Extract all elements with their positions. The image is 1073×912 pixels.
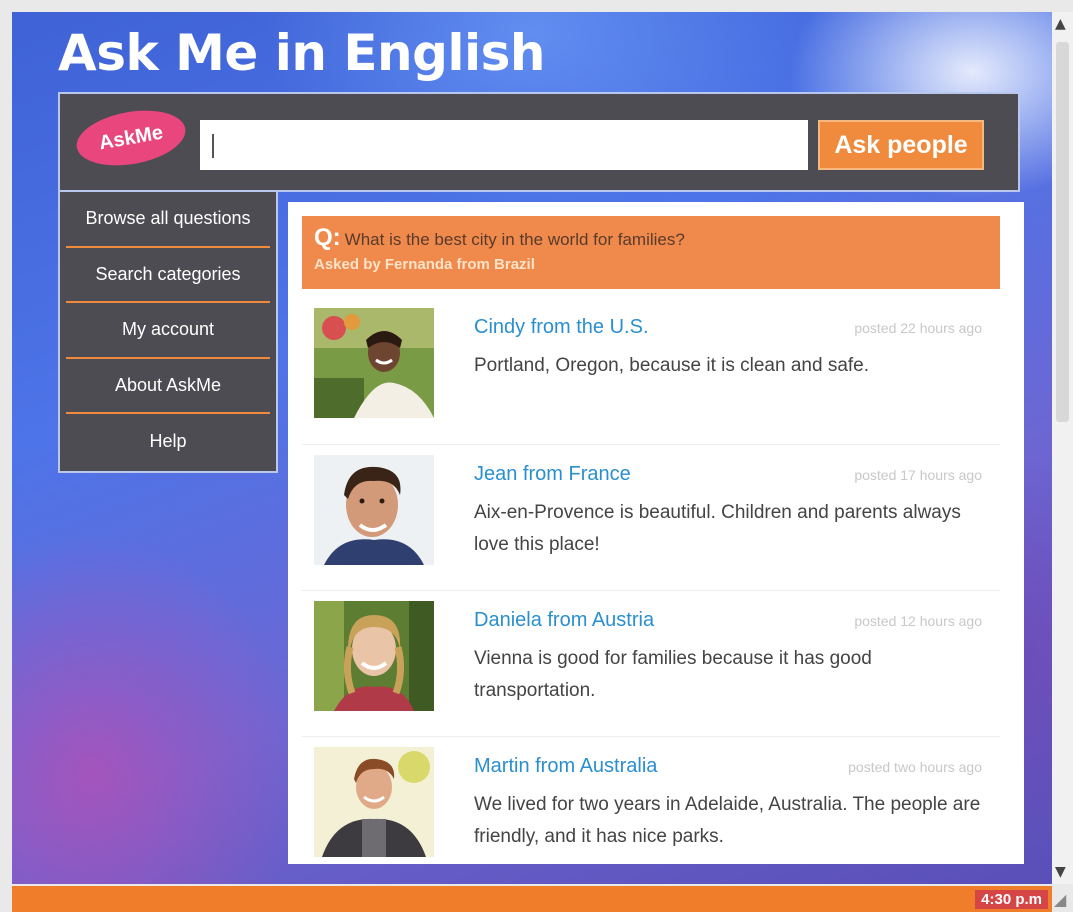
answer-timestamp: posted 17 hours ago [854, 467, 982, 483]
answer-item: Jean from France posted 17 hours ago Aix… [302, 444, 1000, 590]
question-header: Q: What is the best city in the world fo… [302, 216, 1000, 289]
answer-timestamp: posted 22 hours ago [854, 320, 982, 336]
answer-author[interactable]: Daniela from Austria [474, 609, 654, 632]
content-panel: Q: What is the best city in the world fo… [288, 202, 1024, 864]
answer-author[interactable]: Cindy from the U.S. [474, 316, 649, 339]
sidebar-item-about-askme[interactable]: About AskMe [66, 359, 270, 414]
sidebar-item-search-categories[interactable]: Search categories [66, 248, 270, 303]
question-prefix: Q: [314, 224, 341, 251]
answer-timestamp: posted two hours ago [848, 759, 982, 775]
taskbar: 4:30 p.m [12, 886, 1052, 912]
question-input[interactable] [200, 120, 808, 170]
vertical-scrollbar[interactable]: ▲ ▼ [1052, 12, 1073, 884]
answer-text: Aix-en-Provence is beautiful. Children a… [474, 502, 961, 555]
avatar [314, 747, 434, 857]
avatar [314, 455, 434, 565]
answer-item: Daniela from Austria posted 12 hours ago… [302, 590, 1000, 736]
answer-text: We lived for two years in Adelaide, Aust… [474, 794, 981, 847]
sidebar-item-help[interactable]: Help [66, 414, 270, 470]
answer-item: Cindy from the U.S. posted 22 hours ago … [302, 298, 1000, 444]
taskbar-clock: 4:30 p.m [975, 890, 1048, 909]
answer-item: Martin from Australia posted two hours a… [302, 736, 1000, 882]
question-text: What is the best city in the world for f… [344, 230, 685, 249]
app-title: Ask Me in English [58, 24, 546, 82]
answer-author[interactable]: Martin from Australia [474, 755, 657, 778]
text-caret [212, 134, 214, 158]
answer-text: Portland, Oregon, because it is clean an… [474, 355, 870, 376]
answer-text: Vienna is good for families because it h… [474, 648, 872, 701]
ask-people-button[interactable]: Ask people [818, 120, 984, 170]
answer-timestamp: posted 12 hours ago [854, 613, 982, 629]
sidebar-item-browse-all-questions[interactable]: Browse all questions [66, 192, 270, 248]
answer-author[interactable]: Jean from France [474, 463, 631, 486]
askme-logo: AskMe [72, 102, 190, 174]
question-line: Q: What is the best city in the world fo… [314, 224, 988, 252]
app-window: Ask Me in English AskMe Ask people Brows… [12, 12, 1052, 884]
avatar [314, 601, 434, 711]
sidebar-item-my-account[interactable]: My account [66, 303, 270, 359]
askme-logo-text: AskMe [97, 121, 165, 154]
resize-grip-icon[interactable]: ◢ [1054, 890, 1066, 909]
scroll-down-arrow-icon[interactable]: ▼ [1055, 864, 1066, 880]
search-bar: AskMe Ask people [58, 92, 1020, 192]
avatar [314, 308, 434, 418]
question-asker: Asked by Fernanda from Brazil [314, 256, 535, 273]
scroll-up-arrow-icon[interactable]: ▲ [1055, 16, 1066, 32]
scroll-thumb[interactable] [1056, 42, 1069, 422]
answers-list: Cindy from the U.S. posted 22 hours ago … [302, 298, 1000, 882]
sidebar-nav: Browse all questions Search categories M… [58, 190, 278, 473]
